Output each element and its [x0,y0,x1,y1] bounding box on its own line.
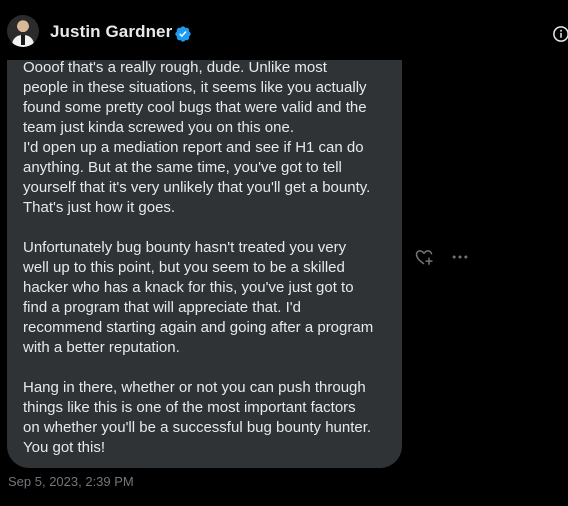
verified-badge-icon [175,26,191,42]
sender-name[interactable]: Justin Gardner [50,22,172,42]
more-horizontal-icon[interactable] [450,247,470,267]
avatar[interactable] [7,15,39,47]
message-timestamp: Sep 5, 2023, 2:39 PM [8,474,134,489]
heart-add-icon[interactable] [414,247,434,267]
message-bubble[interactable]: Oooof that's a really rough, dude. Unlik… [7,40,402,468]
dm-conversation-view: Justin Gardner Oooof that's a really rou… [0,0,568,506]
message-header: Justin Gardner [0,0,568,60]
message-actions [414,247,470,267]
message-text: Oooof that's a really rough, dude. Unlik… [23,59,374,456]
info-icon[interactable] [552,25,568,43]
